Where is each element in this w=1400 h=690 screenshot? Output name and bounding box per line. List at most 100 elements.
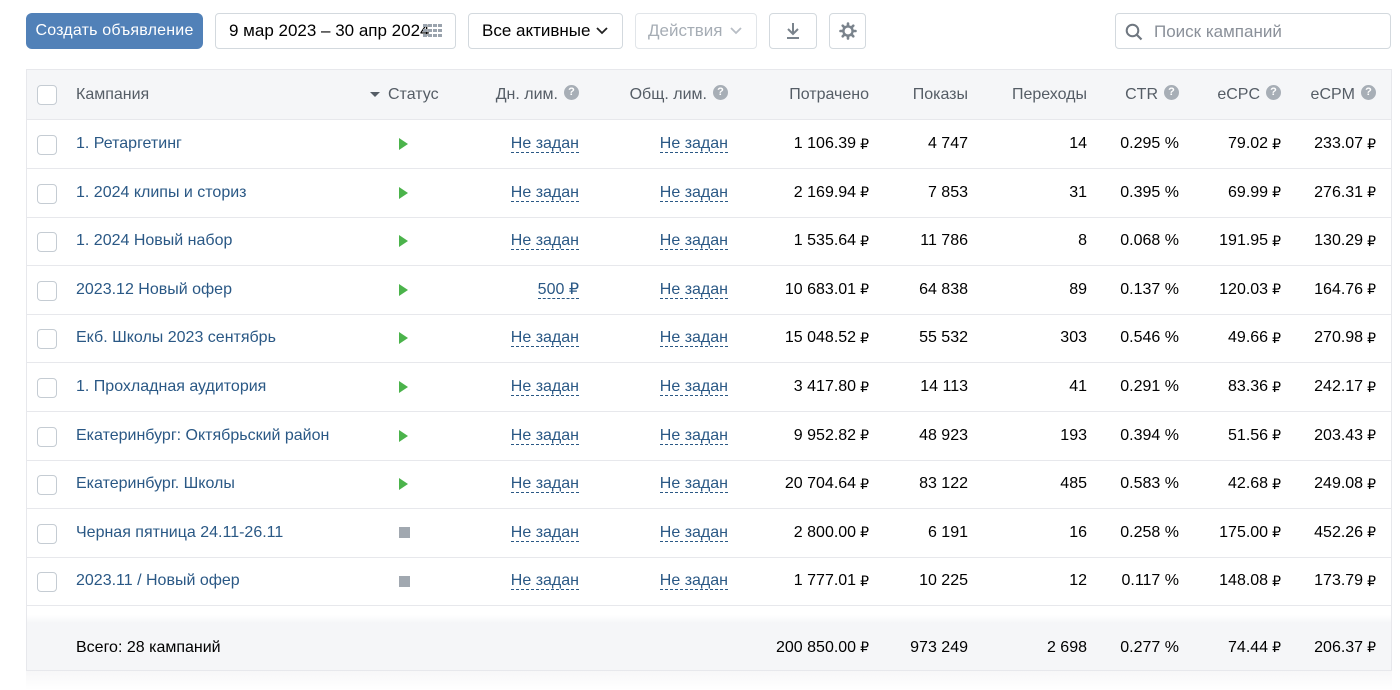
sort-arrow-icon[interactable] [370,70,384,119]
total-limit-value[interactable]: Не задан [659,378,728,396]
row-checkbox[interactable] [37,329,57,350]
column-header-ecpm[interactable]: eCPM? [1283,70,1376,119]
total-limit-cell[interactable]: Не задан [617,266,728,314]
campaign-name-link[interactable]: Екб. Школы 2023 сентябрь [76,314,376,362]
campaign-name-link[interactable]: Екатеринбург. Школы [76,460,376,508]
column-header-spent[interactable]: Потрачено [749,70,869,119]
day-limit-value[interactable]: Не задан [510,572,579,591]
day-limit-cell[interactable]: 500 ₽ [467,266,579,314]
campaign-name-link[interactable]: 2023.11 / Новый офер [76,557,376,605]
day-limit-cell[interactable]: Не задан [467,217,579,265]
download-button[interactable] [769,13,817,49]
day-limit-value[interactable]: Не задан [510,475,579,494]
total-limit-cell[interactable]: Не задан [617,363,728,411]
select-all-checkbox[interactable] [37,85,57,105]
day-limit-cell[interactable]: Не задан [467,460,579,508]
total-limit-cell[interactable]: Не задан [617,217,728,265]
settings-button[interactable] [829,13,866,49]
total-limit-value[interactable]: Не задан [659,281,728,299]
shows-cell: 64 838 [919,280,968,298]
column-header-day-limit[interactable]: Дн. лим.? [467,70,579,119]
total-limit-value[interactable]: Не задан [659,184,728,202]
day-limit-cell[interactable]: Не задан [467,557,579,605]
total-limit-cell[interactable]: Не задан [617,557,728,605]
status-cell[interactable] [388,460,468,508]
running-status-icon [399,478,408,491]
help-icon[interactable]: ? [1361,85,1376,100]
day-limit-value[interactable]: Не задан [510,232,579,251]
total-limit-value[interactable]: Не задан [659,572,728,591]
status-cell[interactable] [388,120,468,168]
status-cell[interactable] [388,217,468,265]
total-limit-value[interactable]: Не задан [659,329,728,348]
help-icon[interactable]: ? [1266,85,1281,100]
total-limit-cell[interactable]: Не задан [617,412,728,460]
total-limit-value[interactable]: Не задан [659,232,728,251]
day-limit-cell[interactable]: Не задан [467,120,579,168]
total-limit-cell[interactable]: Не задан [617,460,728,508]
help-icon[interactable]: ? [1164,85,1179,100]
campaign-name-link[interactable]: Черная пятница 24.11-26.11 [76,509,376,557]
column-header-campaign[interactable]: Кампания [76,70,376,119]
campaign-name-link[interactable]: 1. Ретаргетинг [76,120,376,168]
day-limit-value[interactable]: Не задан [510,427,579,445]
day-limit-cell[interactable]: Не задан [467,363,579,411]
day-limit-value[interactable]: Не задан [510,184,579,202]
row-checkbox[interactable] [37,426,57,447]
row-checkbox[interactable] [37,572,57,593]
create-ad-button[interactable]: Создать объявление [26,13,203,49]
search-input[interactable] [1154,19,1384,45]
total-limit-cell[interactable]: Не задан [617,120,728,168]
total-limit-value[interactable]: Не задан [659,427,728,445]
help-icon[interactable]: ? [564,85,579,100]
total-limit-cell[interactable]: Не задан [617,314,728,362]
row-checkbox[interactable] [37,523,57,544]
status-cell[interactable] [388,169,468,217]
status-cell[interactable] [388,363,468,411]
status-cell[interactable] [388,412,468,460]
campaign-name-link[interactable]: 1. 2024 клипы и сториз [76,169,376,217]
shows-cell: 4 747 [927,135,968,152]
help-icon[interactable]: ? [713,85,728,100]
actions-dropdown[interactable]: Действия [635,13,757,49]
date-range-picker[interactable]: 9 мар 2023 – 30 апр 2024 [215,13,456,49]
total-limit-value[interactable]: Не задан [659,524,728,542]
campaign-name-link[interactable]: 2023.12 Новый офер [76,266,376,314]
campaign-name-link[interactable]: 1. 2024 Новый набор [76,217,376,265]
campaign-name-link[interactable]: 1. Прохладная аудитория [76,363,376,411]
day-limit-value[interactable]: Не задан [510,378,579,396]
row-checkbox[interactable] [37,475,57,496]
status-cell[interactable] [388,509,468,557]
total-limit-cell[interactable]: Не задан [617,169,728,217]
status-cell[interactable] [388,557,468,605]
day-limit-value[interactable]: Не задан [510,135,579,153]
ecpm-cell: 203.43 ₽ [1314,426,1376,444]
status-cell[interactable] [388,314,468,362]
row-checkbox[interactable] [37,183,57,204]
day-limit-cell[interactable]: Не задан [467,314,579,362]
total-limit-value[interactable]: Не задан [659,135,728,153]
row-checkbox[interactable] [37,280,57,301]
day-limit-value[interactable]: Не задан [510,524,579,542]
column-header-shows[interactable]: Показы [869,70,968,119]
day-limit-value[interactable]: Не задан [510,329,579,348]
day-limit-cell[interactable]: Не задан [467,169,579,217]
ecpc-cell: 79.02 ₽ [1228,135,1281,152]
row-checkbox[interactable] [37,135,57,155]
status-cell[interactable] [388,266,468,314]
campaign-name-link[interactable]: Екатеринбург: Октябрьский район [76,412,376,460]
column-header-total-limit[interactable]: Общ. лим.? [617,70,728,119]
day-limit-value[interactable]: 500 ₽ [537,281,579,299]
column-header-ctr[interactable]: CTR? [1092,70,1179,119]
column-header-status[interactable]: Статус [388,70,468,119]
day-limit-cell[interactable]: Не задан [467,412,579,460]
column-header-clicks[interactable]: Переходы [972,70,1087,119]
row-checkbox[interactable] [37,378,57,398]
status-filter-select[interactable]: Все активные [468,13,623,49]
column-header-ecpc[interactable]: eCPC? [1182,70,1281,119]
total-limit-cell[interactable]: Не задан [617,509,728,557]
total-limit-value[interactable]: Не задан [659,475,728,494]
day-limit-cell[interactable]: Не задан [467,509,579,557]
row-checkbox[interactable] [37,232,57,253]
clicks-cell: 12 [1069,572,1087,590]
